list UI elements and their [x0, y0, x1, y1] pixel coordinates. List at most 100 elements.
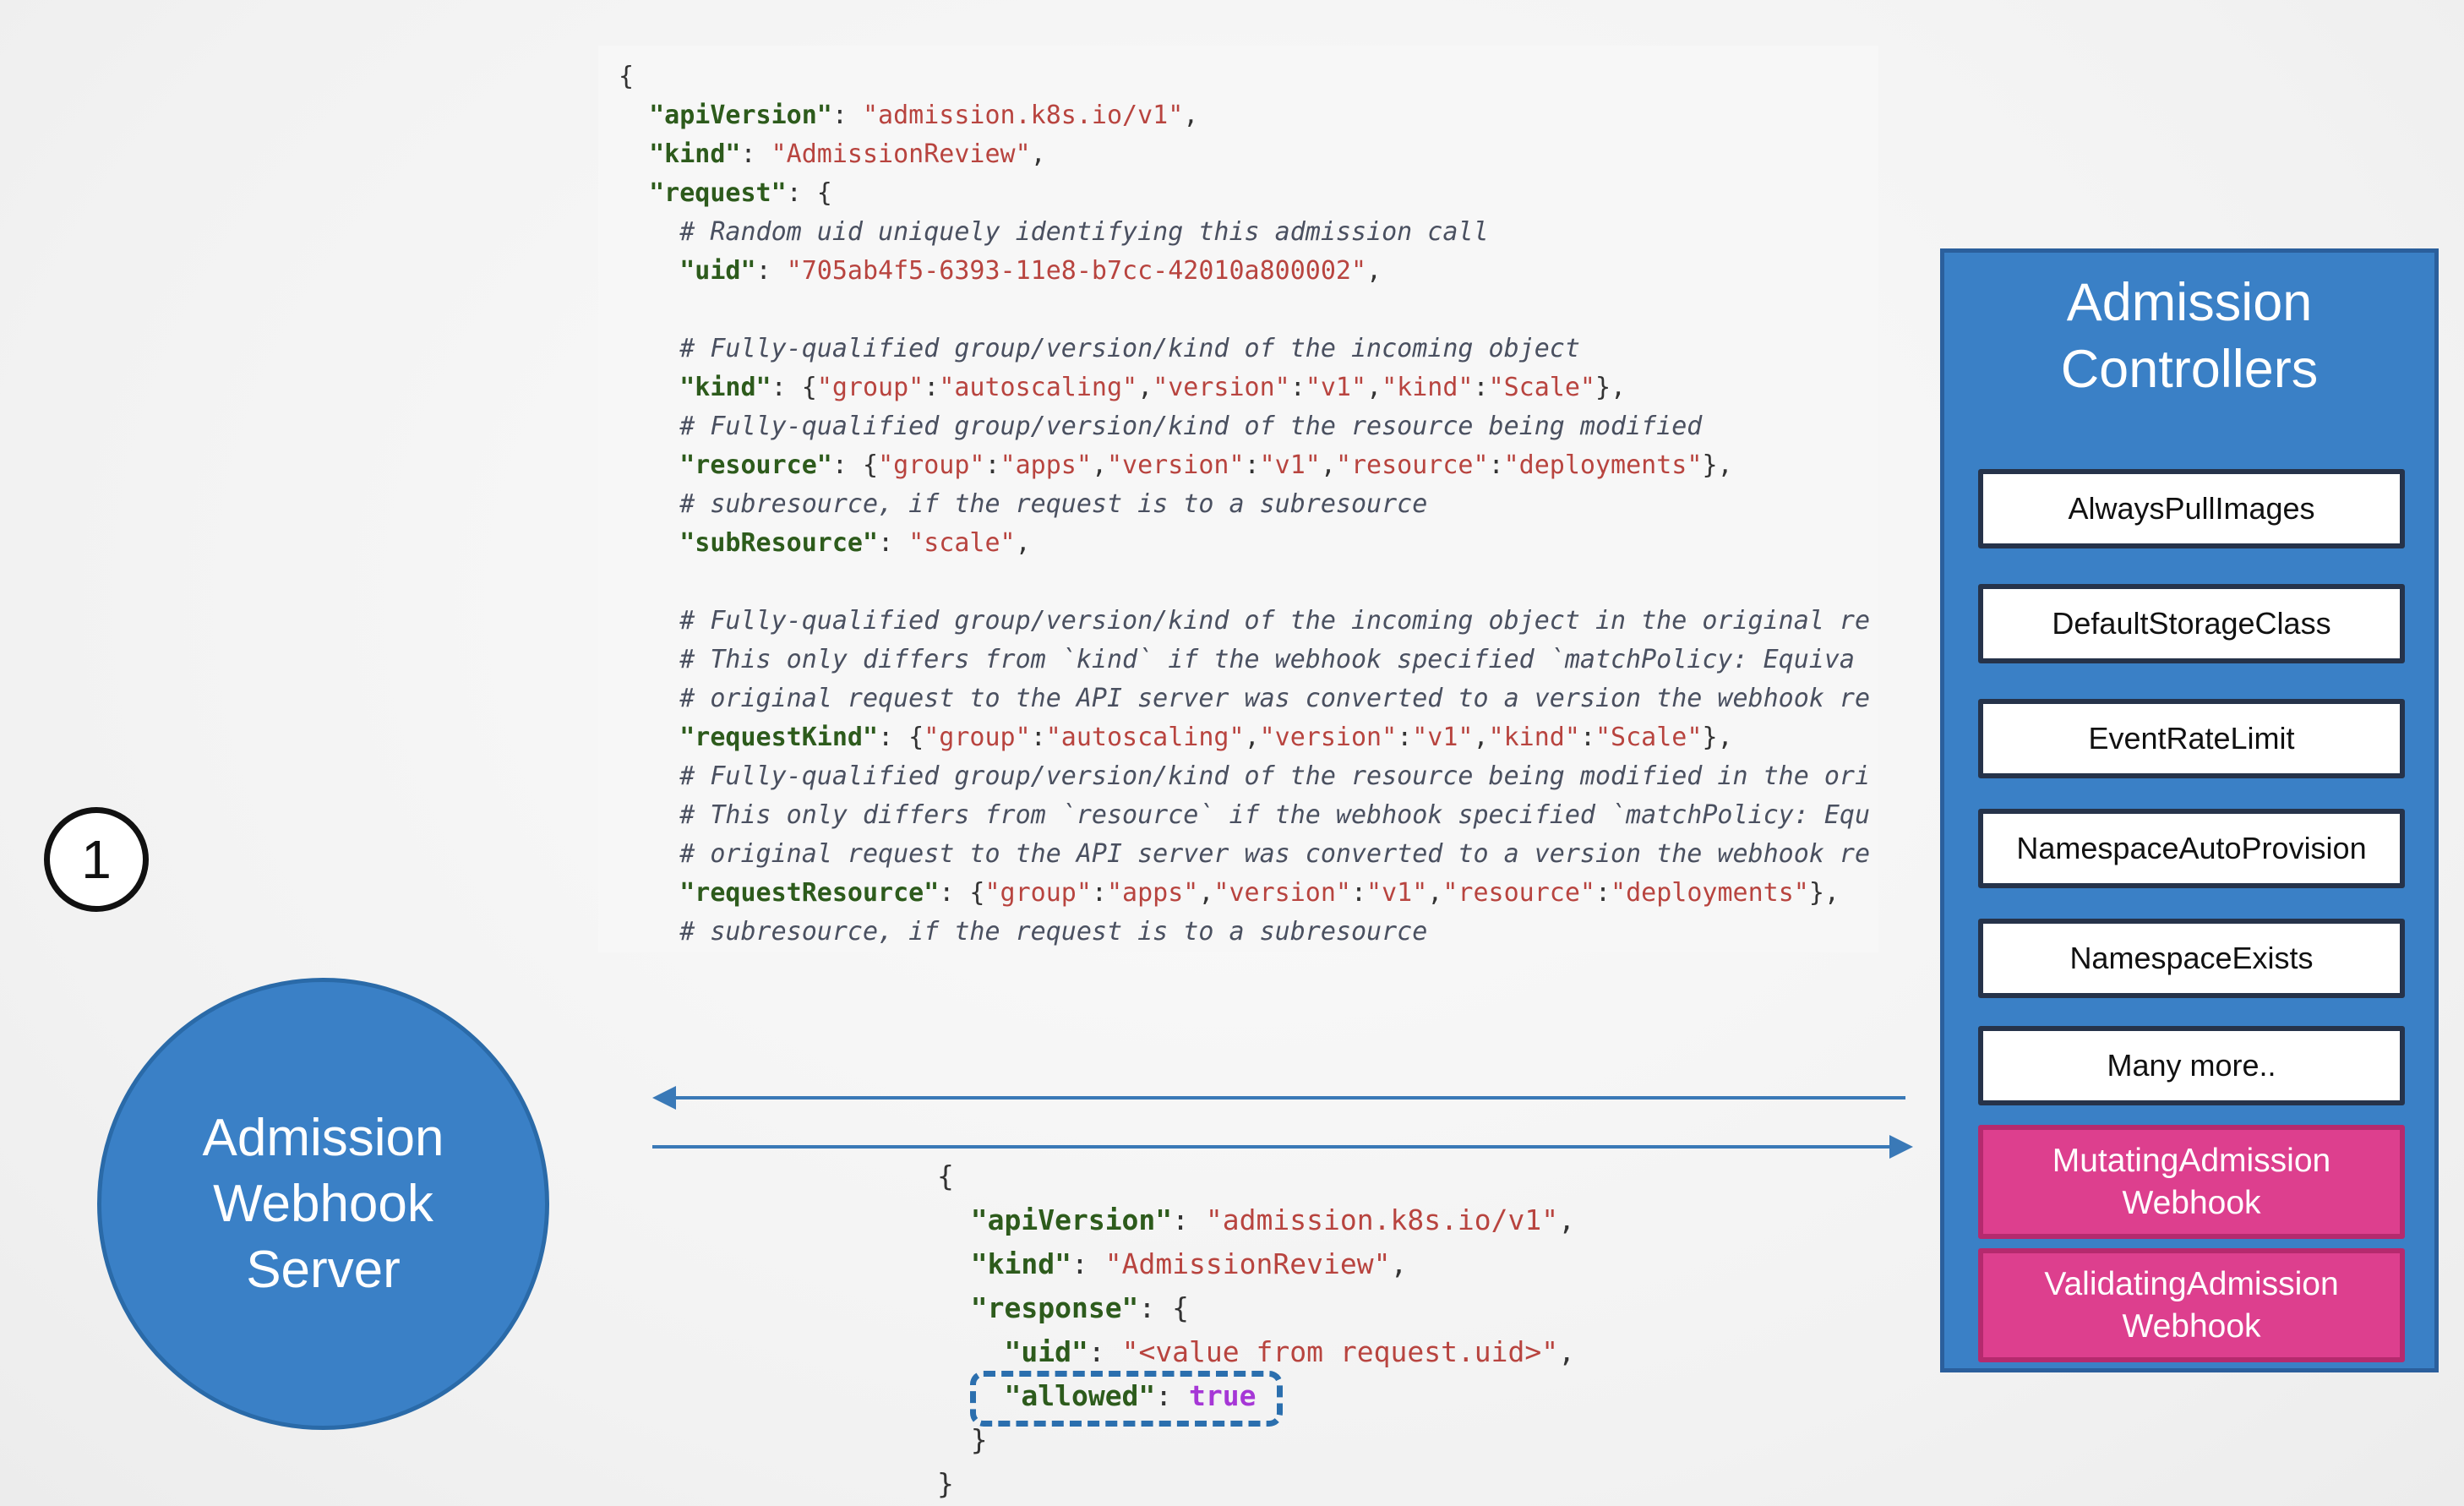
- code-token: "deployments": [1503, 450, 1703, 480]
- code-token: ,: [1091, 450, 1107, 480]
- code-token: ,: [1390, 1247, 1408, 1280]
- code-token: },: [1808, 878, 1840, 908]
- admission-controller-label: AlwaysPullImages: [2068, 491, 2315, 526]
- code-token: "Scale": [1595, 723, 1703, 752]
- code-line: {: [619, 63, 634, 91]
- code-token: "requestResource": [679, 878, 940, 908]
- code-token: : {: [831, 450, 879, 480]
- admission-controller-label: ValidatingAdmission: [2044, 1265, 2339, 1302]
- code-token: "group": [878, 450, 985, 480]
- code-line: # Fully-qualified group/version/kind of …: [619, 412, 1702, 441]
- admission-webhook-server: Admission Webhook Server: [97, 978, 549, 1430]
- admission-controller-label: EventRateLimit: [2088, 721, 2295, 756]
- webhook-server-label-line: Server: [246, 1240, 401, 1299]
- code-token: "apiVersion": [649, 101, 832, 130]
- code-line: # original request to the API server was…: [619, 840, 1870, 869]
- code-token: # This only differs from `resource` if t…: [619, 800, 1871, 830]
- code-token: :: [740, 139, 771, 169]
- admission-controllers-title-line: Controllers: [2060, 340, 2319, 399]
- code-line: # This only differs from `resource` if t…: [619, 801, 1870, 830]
- code-line: # This only differs from `kind` if the w…: [619, 646, 1855, 674]
- admission-controller-label: NamespaceExists: [2069, 941, 2314, 975]
- code-token: # original request to the API server was…: [619, 839, 1871, 869]
- code-token: # Fully-qualified group/version/kind of …: [619, 334, 1580, 363]
- code-token: "group": [816, 373, 924, 402]
- code-token: },: [1702, 723, 1733, 752]
- code-token: ,: [1366, 256, 1382, 286]
- code-line: "uid": "<value from request.uid>",: [937, 1336, 1575, 1368]
- code-token: "kind": [679, 373, 771, 402]
- code-token: "AdmissionReview": [1104, 1247, 1391, 1280]
- code-token: "v1": [1305, 373, 1367, 402]
- code-line: "kind": {"group":"autoscaling","version"…: [619, 374, 1626, 402]
- code-token: :: [1397, 723, 1413, 752]
- code-line: # Fully-qualified group/version/kind of …: [619, 762, 1870, 791]
- code-token: {: [937, 1160, 954, 1192]
- admission-controller-label: MutatingAdmission: [2052, 1142, 2331, 1179]
- code-token: :: [1579, 723, 1595, 752]
- arrow-to-webhook-server: [652, 1086, 1905, 1110]
- code-token: : {: [878, 723, 924, 752]
- code-token: },: [1702, 450, 1733, 480]
- code-token: "group": [924, 723, 1031, 752]
- code-token: "AdmissionReview": [771, 139, 1031, 169]
- code-token: "<value from request.uid>": [1121, 1335, 1559, 1368]
- code-token: "version": [1107, 450, 1245, 480]
- code-token: :: [755, 256, 787, 286]
- code-line: # Fully-qualified group/version/kind of …: [619, 607, 1870, 636]
- code-line: }: [937, 1424, 988, 1456]
- code-token: ,: [1244, 723, 1260, 752]
- code-line: "requestKind": {"group":"autoscaling","v…: [619, 723, 1733, 752]
- code-token: :: [1350, 878, 1367, 908]
- code-token: "subResource": [679, 528, 879, 558]
- code-token: "Scale": [1488, 373, 1595, 402]
- code-token: : {: [1138, 1291, 1190, 1324]
- code-token: : {: [771, 373, 817, 402]
- code-token: "admission.k8s.io/v1": [863, 101, 1184, 130]
- code-token: {: [619, 62, 635, 91]
- code-token: "kind": [649, 139, 741, 169]
- webhook-server-label-line: Admission: [202, 1108, 444, 1167]
- code-token: "uid": [679, 256, 756, 286]
- code-token: :: [1071, 1247, 1105, 1280]
- code-token: ,: [1366, 373, 1382, 402]
- response-code-block: { "apiVersion": "admission.k8s.io/v1", "…: [917, 1154, 1677, 1506]
- code-token: "requestKind": [679, 723, 879, 752]
- code-token: :: [1595, 878, 1611, 908]
- admission-controller-namespaceexists: NamespaceExists: [1978, 919, 2405, 998]
- admission-controller-label: Webhook: [2122, 1184, 2261, 1221]
- code-token: # Fully-qualified group/version/kind of …: [619, 412, 1703, 441]
- code-token: : {: [786, 178, 832, 208]
- admission-controller-defaultstorageclass: DefaultStorageClass: [1978, 584, 2405, 663]
- code-token: ,: [1183, 101, 1199, 130]
- code-token: "kind": [1382, 373, 1474, 402]
- code-token: ,: [1558, 1335, 1576, 1368]
- allowed-highlight-box: [970, 1371, 1283, 1427]
- code-token: "admission.k8s.io/v1": [1205, 1203, 1559, 1236]
- code-line: "apiVersion": "admission.k8s.io/v1",: [937, 1204, 1575, 1236]
- code-token: :: [1091, 878, 1107, 908]
- code-token: :: [924, 373, 940, 402]
- code-line: "response": {: [937, 1292, 1189, 1324]
- code-line: # subresource, if the request is to a su…: [619, 490, 1427, 519]
- code-token: "apiVersion": [970, 1203, 1173, 1236]
- code-token: # Random uid uniquely identifying this a…: [619, 217, 1489, 247]
- code-token: },: [1595, 373, 1627, 402]
- code-line: "kind": "AdmissionReview",: [937, 1247, 1408, 1280]
- code-line: "uid": "705ab4f5-6393-11e8-b7cc-42010a80…: [619, 257, 1382, 286]
- admission-controllers-panel: Admission Controllers AlwaysPullImages De…: [1940, 248, 2439, 1372]
- code-line: "apiVersion": "admission.k8s.io/v1",: [619, 101, 1198, 130]
- code-token: ,: [1427, 878, 1443, 908]
- code-line: "request": {: [619, 179, 832, 208]
- code-line: # original request to the API server was…: [619, 685, 1870, 713]
- code-token: "response": [970, 1291, 1139, 1324]
- code-token: # original request to the API server was…: [619, 684, 1871, 713]
- code-line: "kind": "AdmissionReview",: [619, 140, 1046, 169]
